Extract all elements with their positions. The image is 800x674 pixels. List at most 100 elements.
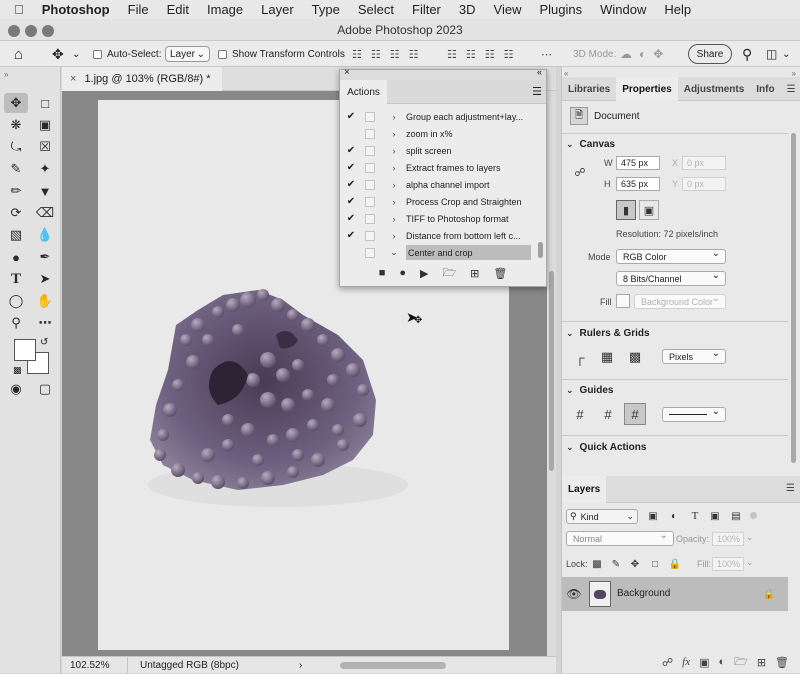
layer-name[interactable]: Background (617, 588, 670, 599)
chevron-right-icon[interactable]: › (389, 214, 399, 224)
new-layer-icon[interactable]: ⊞ (757, 656, 766, 669)
color-mode-dropdown[interactable]: RGB Color (616, 248, 726, 264)
tab-info[interactable]: Info (750, 77, 780, 101)
rulers-section-header[interactable]: ⌄ Rulers & Grids (566, 328, 650, 339)
lock-transparent-pixels-icon[interactable]: ▩ (590, 557, 604, 571)
type-tool-icon[interactable]: T (4, 269, 28, 289)
eraser-tool-icon[interactable]: ⌫ (33, 203, 57, 223)
zoom-tool-icon[interactable]: ⚲ (4, 313, 28, 333)
canvas-width-field[interactable]: 475 px (616, 156, 660, 170)
menu-help[interactable]: Help (655, 2, 700, 17)
distribute-icons[interactable]: ☷☷☷☷ (447, 45, 522, 63)
chevron-down-icon[interactable]: ⌄ (389, 247, 399, 258)
new-adjustment-icon[interactable]: ◐ (719, 656, 726, 668)
chevron-right-icon[interactable]: › (389, 163, 399, 173)
chevron-right-icon[interactable]: › (389, 180, 399, 190)
crop-tool-icon[interactable]: ⤿ (4, 137, 28, 157)
bit-depth-dropdown[interactable]: 8 Bits/Channel (616, 270, 726, 286)
move-tool-icon[interactable]: ✥ (4, 93, 28, 113)
blend-mode-dropdown[interactable]: Normal (566, 530, 674, 546)
menu-edit[interactable]: Edit (158, 2, 198, 17)
history-brush-tool-icon[interactable]: ⟳ (4, 203, 28, 223)
document-tab[interactable]: × 1.jpg @ 103% (RGB/8#) * (62, 67, 222, 91)
dialog-toggle[interactable] (365, 196, 375, 207)
actions-panel-header[interactable]: × « (340, 67, 546, 80)
clone-stamp-tool-icon[interactable]: ▼ (33, 181, 57, 201)
filter-smart-object-icon[interactable]: ▤ (729, 509, 743, 523)
object-selection-tool-icon[interactable]: ▣ (33, 115, 57, 135)
menu-select[interactable]: Select (349, 2, 403, 17)
filter-shape-icon[interactable]: ▣ (708, 509, 722, 523)
layers-panel-menu-icon[interactable]: ☰ (780, 476, 800, 500)
opacity-field[interactable]: 100% (712, 532, 744, 546)
status-expand-icon[interactable]: › (299, 660, 302, 671)
show-guides-icon[interactable]: # (572, 405, 588, 423)
blur-tool-icon[interactable]: 💧 (33, 225, 57, 245)
link-dimensions-icon[interactable]: ☍ (574, 165, 586, 179)
properties-scroll-thumb[interactable] (791, 133, 796, 463)
edit-toolbar-icon[interactable]: ⋯ (33, 313, 57, 333)
horizontal-scroll-thumb[interactable] (340, 662, 446, 669)
menu-3d[interactable]: 3D (450, 2, 485, 17)
healing-brush-tool-icon[interactable]: ✦ (33, 159, 57, 179)
action-row[interactable]: ✔ › Process Crop and Straighten (340, 193, 537, 210)
lock-icon[interactable]: 🔒 (762, 587, 776, 601)
menu-window[interactable]: Window (591, 2, 655, 17)
chevron-right-icon[interactable]: › (389, 129, 399, 139)
filter-type-icon[interactable]: T (688, 509, 702, 523)
dialog-toggle[interactable] (365, 179, 375, 190)
check-icon[interactable]: ✔ (344, 111, 358, 122)
fill-opacity-field[interactable]: 100% (712, 557, 744, 571)
show-transform-checkbox[interactable]: Show Transform Controls (218, 45, 345, 63)
workspace-dropdown-icon[interactable]: ⌄ (782, 45, 790, 63)
panel-menu-icon[interactable]: ☰ (781, 77, 800, 101)
tab-properties[interactable]: Properties (616, 77, 678, 101)
eyedropper-tool-icon[interactable]: ✎ (4, 159, 28, 179)
apple-icon[interactable]:  (0, 2, 33, 17)
workspace-icon[interactable]: ◫ (766, 45, 777, 63)
close-panel-icon[interactable]: × (344, 67, 350, 78)
action-row[interactable]: ✔ › Group each adjustment+lay... (340, 108, 537, 125)
artboard-tool-icon[interactable]: □ (33, 93, 57, 113)
screen-mode-icon[interactable]: ▢ (33, 379, 57, 399)
fill-color-swatch[interactable] (616, 294, 630, 308)
tab-adjustments[interactable]: Adjustments (678, 77, 751, 101)
check-icon[interactable]: ✔ (344, 196, 358, 207)
more-options-icon[interactable]: ⋯ (541, 45, 552, 63)
action-row[interactable]: ✔ › split screen (340, 142, 537, 159)
zoom-level[interactable]: 102.52% (62, 656, 128, 674)
guides-section-header[interactable]: ⌄ Guides (566, 385, 613, 396)
home-icon[interactable]: ⌂ (14, 45, 23, 63)
eye-visibility-icon[interactable]: 👁 (566, 586, 582, 602)
check-icon[interactable]: ✔ (344, 230, 358, 241)
path-selection-tool-icon[interactable]: ➤ (33, 269, 57, 289)
portrait-orientation-icon[interactable]: ▮ (616, 200, 636, 220)
tab-actions[interactable]: Actions (340, 80, 387, 104)
chevron-right-icon[interactable]: › (389, 197, 399, 207)
check-icon[interactable]: ✔ (344, 213, 358, 224)
dialog-toggle[interactable] (365, 247, 375, 258)
frame-tool-icon[interactable]: ☒ (33, 137, 57, 157)
action-row[interactable]: ✔ › TIFF to Photoshop format (340, 210, 537, 227)
ellipse-tool-icon[interactable]: ◯ (4, 291, 28, 311)
collapse-toolbar-icon[interactable]: » (4, 70, 8, 79)
share-button[interactable]: Share (688, 44, 732, 64)
dialog-toggle[interactable] (365, 111, 375, 122)
auto-select-target-dropdown[interactable]: Layer ⌄ (165, 46, 210, 62)
dialog-toggle[interactable] (365, 128, 375, 139)
landscape-orientation-icon[interactable]: ▣ (639, 200, 659, 220)
add-mask-icon[interactable]: ▣ (699, 656, 709, 669)
brush-tool-icon[interactable]: ✏ (4, 181, 28, 201)
canvas-vertical-scrollbar[interactable] (547, 91, 556, 656)
canvas-height-field[interactable]: 635 px (616, 177, 660, 191)
tool-preset-dropdown-icon[interactable]: ⌄ (72, 45, 80, 63)
check-icon[interactable]: ✔ (344, 145, 358, 156)
record-icon[interactable]: ● (399, 267, 406, 279)
chevron-right-icon[interactable]: › (389, 112, 399, 122)
dialog-toggle[interactable] (365, 230, 375, 241)
menu-image[interactable]: Image (198, 2, 252, 17)
menu-plugins[interactable]: Plugins (530, 2, 591, 17)
dialog-toggle[interactable] (365, 162, 375, 173)
menu-file[interactable]: File (119, 2, 158, 17)
actions-scroll-thumb[interactable] (538, 242, 543, 258)
